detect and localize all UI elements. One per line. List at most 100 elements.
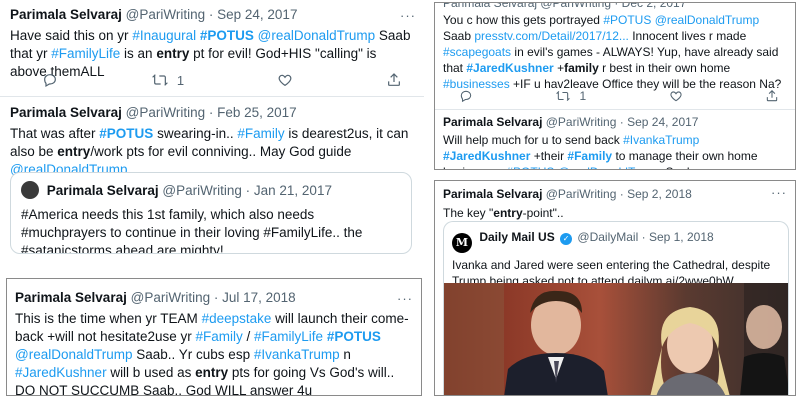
hashtag-link[interactable]: #FamilyLife xyxy=(254,329,323,344)
quoted-tweet-header: M Daily Mail US ✓ @DailyMail · Sep 1, 20… xyxy=(452,228,780,253)
more-options-icon[interactable]: ··· xyxy=(397,291,413,306)
tweet-divider xyxy=(435,109,795,110)
tweet-actions: 1 xyxy=(42,72,402,88)
text-run: entry xyxy=(195,365,229,380)
quoted-tweet-dailymail[interactable]: M Daily Mail US ✓ @DailyMail · Sep 1, 20… xyxy=(443,221,789,396)
tweet-dec-2-2017[interactable]: Parimala Selvaraj @PariWriting · Dec 2, … xyxy=(435,2,795,92)
author-handle[interactable]: @PariWriting xyxy=(162,183,241,198)
author-handle[interactable]: @PariWriting xyxy=(546,115,617,129)
hashtag-link[interactable]: #POTUS xyxy=(327,329,381,344)
tweet-jul-17-2018[interactable]: Parimala Selvaraj @PariWriting · Jul 17,… xyxy=(7,289,421,395)
author-name[interactable]: Parimala Selvaraj xyxy=(443,115,542,129)
author-name[interactable]: Parimala Selvaraj xyxy=(10,105,122,120)
tweet-feb-25-2017[interactable]: Parimala Selvaraj @PariWriting · Feb 25,… xyxy=(0,104,424,179)
hashtag-link[interactable]: #POTUS xyxy=(200,28,254,43)
text-run: -point".. xyxy=(522,206,564,220)
tweet-actions: 1 xyxy=(459,89,779,103)
reply-icon xyxy=(44,74,56,88)
tweet-sep-24-2017-send-back[interactable]: Parimala Selvaraj @PariWriting · Sep 24,… xyxy=(435,113,795,169)
tweet-date[interactable]: Feb 25, 2017 xyxy=(217,105,297,120)
separator-dot: · xyxy=(619,115,624,129)
verified-badge-icon: ✓ xyxy=(560,233,573,245)
tweet-date[interactable]: Jul 17, 2018 xyxy=(222,290,296,305)
author-handle[interactable]: @PariWriting xyxy=(131,290,210,305)
cathedral-photo[interactable] xyxy=(444,283,789,396)
dailymail-avatar[interactable]: M xyxy=(452,233,472,253)
tweet-sep-2-2018[interactable]: Parimala Selvaraj @PariWriting · Sep 2, … xyxy=(435,185,795,221)
hashtag-link[interactable]: #JaredKushner xyxy=(15,365,107,380)
author-handle[interactable]: @PariWriting xyxy=(126,105,205,120)
author-name[interactable]: Parimala Selvaraj xyxy=(10,7,122,22)
author-handle[interactable]: @DailyMail xyxy=(577,230,638,244)
hashtag-link[interactable]: #deepstake xyxy=(202,311,272,326)
hashtag-link[interactable]: @realDonaldTrump xyxy=(258,28,376,43)
like-button[interactable] xyxy=(669,89,683,103)
hashtag-link[interactable]: #Family xyxy=(195,329,242,344)
hashtag-link[interactable]: #POTUS xyxy=(99,126,153,141)
reply-button[interactable] xyxy=(459,89,473,103)
hashtag-link[interactable]: #Inaugural xyxy=(132,28,196,43)
text-run: entry xyxy=(156,46,190,61)
tweet-header-cut: Parimala Selvaraj @PariWriting · Dec 2, … xyxy=(443,2,687,10)
like-button[interactable] xyxy=(277,72,293,88)
tweet-sep-24-2017-inaugural[interactable]: Parimala Selvaraj @PariWriting · Sep 24,… xyxy=(0,6,424,81)
hashtag-link[interactable]: @realDonaldTrump xyxy=(655,13,759,27)
tweet-date[interactable]: Sep 2, 2018 xyxy=(627,187,692,201)
hashtag-link[interactable]: @realDonaldTrump xyxy=(15,347,133,362)
share-icon xyxy=(766,90,778,102)
text-run: n xyxy=(339,347,351,362)
hashtag-link[interactable]: #Family xyxy=(567,149,612,163)
hashtag-link[interactable]: #POTUS xyxy=(603,13,651,27)
reply-icon xyxy=(460,90,472,103)
hashtag-link[interactable]: #FamilyLife xyxy=(51,46,120,61)
retweet-icon xyxy=(151,74,169,86)
hashtag-link[interactable]: #JaredKushner xyxy=(466,61,553,75)
tweet-date[interactable]: Jan 21, 2017 xyxy=(254,183,332,198)
tweet-date[interactable]: Sep 24, 2017 xyxy=(217,7,297,22)
tweet-date[interactable]: Sep 1, 2018 xyxy=(649,230,714,244)
panel-top-right: Parimala Selvaraj @PariWriting · Dec 2, … xyxy=(434,2,796,170)
hashtag-link[interactable]: presstv.com/Detail/2017/12... xyxy=(474,29,629,43)
reply-button[interactable] xyxy=(42,72,58,88)
author-handle[interactable]: @PariWriting xyxy=(546,187,617,201)
retweet-button[interactable]: 1 xyxy=(151,72,184,88)
retweet-button[interactable]: 1 xyxy=(555,89,586,103)
text-run: That was after xyxy=(10,126,100,141)
author-name[interactable]: Daily Mail US xyxy=(479,230,554,244)
separator-dot: · xyxy=(245,183,251,198)
author-name[interactable]: Parimala Selvaraj xyxy=(443,187,542,201)
separator-dot: · xyxy=(213,290,219,305)
hashtag-link[interactable]: #IvankaTrump xyxy=(254,347,340,362)
author-name[interactable]: Parimala Selvaraj xyxy=(15,290,127,305)
heart-icon xyxy=(278,74,292,87)
separator-dot: · xyxy=(208,7,214,22)
text-run: Innocent lives r made xyxy=(628,29,747,43)
hashtag-link[interactable]: #IvankaTrump xyxy=(623,133,699,147)
tweet-date[interactable]: Sep 24, 2017 xyxy=(627,115,698,129)
panel-top-left: Parimala Selvaraj @PariWriting · Sep 24,… xyxy=(0,0,424,260)
heart-icon xyxy=(669,91,682,102)
hashtag-link[interactable]: #scapegoats xyxy=(443,45,511,59)
panel-bottom-right: Parimala Selvaraj @PariWriting · Sep 2, … xyxy=(434,180,796,396)
quoted-tweet[interactable]: Parimala Selvaraj @PariWriting · Jan 21,… xyxy=(10,172,412,254)
avatar[interactable] xyxy=(21,181,39,199)
hashtag-link[interactable]: #POTUS xyxy=(506,165,554,169)
hashtag-link[interactable]: #Family xyxy=(237,126,284,141)
share-button[interactable] xyxy=(386,72,402,88)
panel-bottom-left: Parimala Selvaraj @PariWriting · Jul 17,… xyxy=(6,278,422,396)
hashtag-link[interactable]: #JaredKushner xyxy=(443,149,530,163)
text-run: + xyxy=(553,61,565,75)
author-name[interactable]: Parimala Selvaraj xyxy=(47,183,159,198)
text-run: entry xyxy=(493,206,523,220)
share-icon xyxy=(388,73,400,86)
more-options-icon[interactable]: ··· xyxy=(400,8,416,23)
hashtag-link[interactable]: @realDonaldTrump xyxy=(558,165,662,169)
tweet-header: Parimala Selvaraj @PariWriting · Sep 24,… xyxy=(10,6,414,24)
text-run: r best in their own home xyxy=(598,61,731,75)
more-options-icon[interactable]: ··· xyxy=(771,185,787,200)
share-button[interactable] xyxy=(765,89,779,103)
text-run: entry xyxy=(57,144,91,159)
author-handle[interactable]: @PariWriting xyxy=(126,7,205,22)
text-run: Have said this on yr xyxy=(10,28,133,43)
tweet-text: This is the time when yr TEAM #deepstake… xyxy=(15,310,413,395)
